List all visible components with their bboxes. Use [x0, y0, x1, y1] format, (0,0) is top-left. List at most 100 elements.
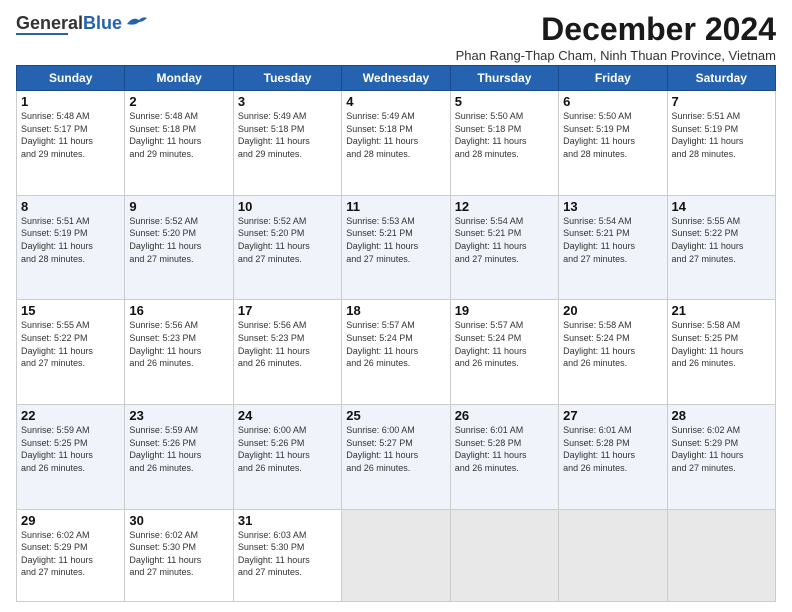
day-info: Sunrise: 5:49 AM Sunset: 5:18 PM Dayligh… [238, 110, 337, 160]
day-number: 22 [21, 408, 120, 423]
day-number: 20 [563, 303, 662, 318]
calendar-cell: 7Sunrise: 5:51 AM Sunset: 5:19 PM Daylig… [667, 91, 775, 196]
day-number: 30 [129, 513, 228, 528]
calendar-cell: 10Sunrise: 5:52 AM Sunset: 5:20 PM Dayli… [233, 195, 341, 300]
calendar-cell: 25Sunrise: 6:00 AM Sunset: 5:27 PM Dayli… [342, 404, 450, 509]
day-number: 27 [563, 408, 662, 423]
day-number: 5 [455, 94, 554, 109]
calendar-cell [559, 509, 667, 601]
calendar-cell: 21Sunrise: 5:58 AM Sunset: 5:25 PM Dayli… [667, 300, 775, 405]
calendar-cell: 18Sunrise: 5:57 AM Sunset: 5:24 PM Dayli… [342, 300, 450, 405]
day-info: Sunrise: 5:49 AM Sunset: 5:18 PM Dayligh… [346, 110, 445, 160]
day-info: Sunrise: 6:02 AM Sunset: 5:29 PM Dayligh… [21, 529, 120, 579]
day-info: Sunrise: 5:56 AM Sunset: 5:23 PM Dayligh… [238, 319, 337, 369]
calendar-cell: 17Sunrise: 5:56 AM Sunset: 5:23 PM Dayli… [233, 300, 341, 405]
calendar-cell: 31Sunrise: 6:03 AM Sunset: 5:30 PM Dayli… [233, 509, 341, 601]
day-number: 31 [238, 513, 337, 528]
calendar-cell: 9Sunrise: 5:52 AM Sunset: 5:20 PM Daylig… [125, 195, 233, 300]
day-info: Sunrise: 5:50 AM Sunset: 5:19 PM Dayligh… [563, 110, 662, 160]
day-number: 2 [129, 94, 228, 109]
day-info: Sunrise: 6:00 AM Sunset: 5:27 PM Dayligh… [346, 424, 445, 474]
day-number: 12 [455, 199, 554, 214]
calendar-cell: 20Sunrise: 5:58 AM Sunset: 5:24 PM Dayli… [559, 300, 667, 405]
calendar-table: SundayMondayTuesdayWednesdayThursdayFrid… [16, 65, 776, 602]
calendar-cell: 13Sunrise: 5:54 AM Sunset: 5:21 PM Dayli… [559, 195, 667, 300]
day-info: Sunrise: 6:01 AM Sunset: 5:28 PM Dayligh… [563, 424, 662, 474]
day-number: 10 [238, 199, 337, 214]
day-info: Sunrise: 5:51 AM Sunset: 5:19 PM Dayligh… [21, 215, 120, 265]
weekday-header-tuesday: Tuesday [233, 66, 341, 91]
logo-bird-icon [125, 14, 147, 30]
day-info: Sunrise: 5:54 AM Sunset: 5:21 PM Dayligh… [563, 215, 662, 265]
day-info: Sunrise: 5:57 AM Sunset: 5:24 PM Dayligh… [455, 319, 554, 369]
day-info: Sunrise: 6:01 AM Sunset: 5:28 PM Dayligh… [455, 424, 554, 474]
day-info: Sunrise: 5:58 AM Sunset: 5:24 PM Dayligh… [563, 319, 662, 369]
calendar-cell: 11Sunrise: 5:53 AM Sunset: 5:21 PM Dayli… [342, 195, 450, 300]
day-number: 1 [21, 94, 120, 109]
calendar-cell: 16Sunrise: 5:56 AM Sunset: 5:23 PM Dayli… [125, 300, 233, 405]
weekday-header-row: SundayMondayTuesdayWednesdayThursdayFrid… [17, 66, 776, 91]
calendar-cell: 5Sunrise: 5:50 AM Sunset: 5:18 PM Daylig… [450, 91, 558, 196]
header: GeneralBlue December 2024 Phan Rang-Thap… [16, 12, 776, 63]
calendar-cell: 8Sunrise: 5:51 AM Sunset: 5:19 PM Daylig… [17, 195, 125, 300]
day-number: 4 [346, 94, 445, 109]
day-info: Sunrise: 5:52 AM Sunset: 5:20 PM Dayligh… [238, 215, 337, 265]
calendar-cell: 26Sunrise: 6:01 AM Sunset: 5:28 PM Dayli… [450, 404, 558, 509]
logo-blue: Blue [83, 13, 122, 33]
day-info: Sunrise: 5:55 AM Sunset: 5:22 PM Dayligh… [21, 319, 120, 369]
weekday-header-sunday: Sunday [17, 66, 125, 91]
day-info: Sunrise: 5:59 AM Sunset: 5:26 PM Dayligh… [129, 424, 228, 474]
title-section: December 2024 Phan Rang-Thap Cham, Ninh … [456, 12, 776, 63]
day-info: Sunrise: 6:00 AM Sunset: 5:26 PM Dayligh… [238, 424, 337, 474]
day-number: 9 [129, 199, 228, 214]
calendar-cell: 2Sunrise: 5:48 AM Sunset: 5:18 PM Daylig… [125, 91, 233, 196]
day-info: Sunrise: 6:03 AM Sunset: 5:30 PM Dayligh… [238, 529, 337, 579]
day-number: 29 [21, 513, 120, 528]
calendar-cell: 15Sunrise: 5:55 AM Sunset: 5:22 PM Dayli… [17, 300, 125, 405]
day-number: 3 [238, 94, 337, 109]
day-number: 8 [21, 199, 120, 214]
calendar-cell: 30Sunrise: 6:02 AM Sunset: 5:30 PM Dayli… [125, 509, 233, 601]
day-number: 14 [672, 199, 771, 214]
weekday-header-thursday: Thursday [450, 66, 558, 91]
day-info: Sunrise: 5:52 AM Sunset: 5:20 PM Dayligh… [129, 215, 228, 265]
day-info: Sunrise: 5:57 AM Sunset: 5:24 PM Dayligh… [346, 319, 445, 369]
day-info: Sunrise: 5:48 AM Sunset: 5:17 PM Dayligh… [21, 110, 120, 160]
calendar-cell: 23Sunrise: 5:59 AM Sunset: 5:26 PM Dayli… [125, 404, 233, 509]
day-number: 25 [346, 408, 445, 423]
day-info: Sunrise: 5:54 AM Sunset: 5:21 PM Dayligh… [455, 215, 554, 265]
location-subtitle: Phan Rang-Thap Cham, Ninh Thuan Province… [456, 48, 776, 63]
logo-general: General [16, 13, 83, 33]
calendar-cell: 19Sunrise: 5:57 AM Sunset: 5:24 PM Dayli… [450, 300, 558, 405]
calendar-cell [342, 509, 450, 601]
day-info: Sunrise: 5:48 AM Sunset: 5:18 PM Dayligh… [129, 110, 228, 160]
calendar-cell: 29Sunrise: 6:02 AM Sunset: 5:29 PM Dayli… [17, 509, 125, 601]
day-number: 21 [672, 303, 771, 318]
calendar-cell: 1Sunrise: 5:48 AM Sunset: 5:17 PM Daylig… [17, 91, 125, 196]
day-number: 24 [238, 408, 337, 423]
day-number: 26 [455, 408, 554, 423]
day-info: Sunrise: 6:02 AM Sunset: 5:30 PM Dayligh… [129, 529, 228, 579]
day-info: Sunrise: 5:59 AM Sunset: 5:25 PM Dayligh… [21, 424, 120, 474]
calendar-cell [450, 509, 558, 601]
weekday-header-wednesday: Wednesday [342, 66, 450, 91]
weekday-header-monday: Monday [125, 66, 233, 91]
page: GeneralBlue December 2024 Phan Rang-Thap… [0, 0, 792, 612]
weekday-header-friday: Friday [559, 66, 667, 91]
day-number: 23 [129, 408, 228, 423]
month-title: December 2024 [456, 12, 776, 47]
day-info: Sunrise: 5:53 AM Sunset: 5:21 PM Dayligh… [346, 215, 445, 265]
calendar-cell: 27Sunrise: 6:01 AM Sunset: 5:28 PM Dayli… [559, 404, 667, 509]
day-info: Sunrise: 5:51 AM Sunset: 5:19 PM Dayligh… [672, 110, 771, 160]
calendar-cell: 3Sunrise: 5:49 AM Sunset: 5:18 PM Daylig… [233, 91, 341, 196]
day-info: Sunrise: 5:55 AM Sunset: 5:22 PM Dayligh… [672, 215, 771, 265]
day-number: 17 [238, 303, 337, 318]
day-number: 19 [455, 303, 554, 318]
calendar-cell: 14Sunrise: 5:55 AM Sunset: 5:22 PM Dayli… [667, 195, 775, 300]
calendar-cell: 24Sunrise: 6:00 AM Sunset: 5:26 PM Dayli… [233, 404, 341, 509]
day-number: 18 [346, 303, 445, 318]
day-number: 11 [346, 199, 445, 214]
weekday-header-saturday: Saturday [667, 66, 775, 91]
day-number: 7 [672, 94, 771, 109]
day-info: Sunrise: 5:58 AM Sunset: 5:25 PM Dayligh… [672, 319, 771, 369]
